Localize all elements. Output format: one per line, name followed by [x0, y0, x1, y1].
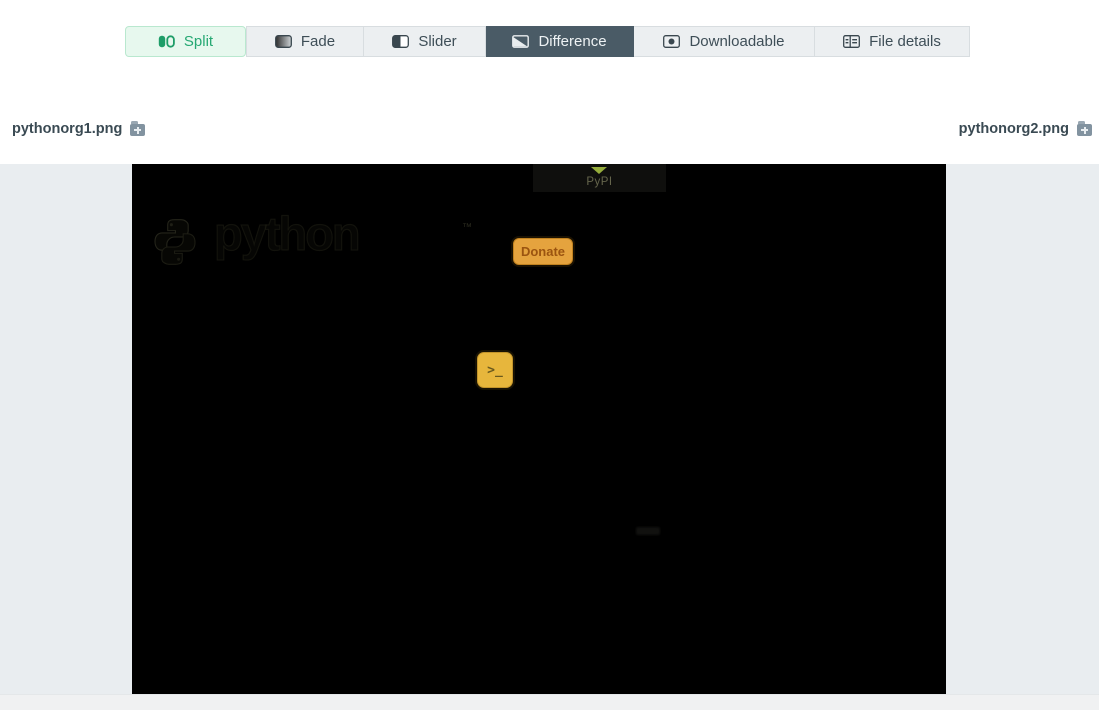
tab-fade[interactable]: Fade — [246, 26, 364, 57]
tab-fade-label: Fade — [300, 33, 336, 50]
difference-image: PyPI python ™ Donate >_ — [132, 164, 946, 694]
python-wordmark: python — [213, 206, 361, 260]
tab-split-label: Split — [183, 33, 214, 50]
image-compare-app: Split Fade Slider Difference Downloadabl… — [0, 0, 1099, 710]
fade-gradient-icon — [274, 35, 292, 48]
tab-downloadable[interactable]: Downloadable — [634, 26, 815, 57]
tab-file-details-label: File details — [869, 33, 941, 50]
tab-difference-label: Difference — [538, 33, 607, 50]
tab-difference[interactable]: Difference — [486, 26, 634, 57]
tab-split[interactable]: Split — [125, 26, 246, 57]
file-details-table-icon — [843, 35, 861, 48]
dropdown-arrow-icon — [591, 167, 607, 174]
pypi-menu-label: PyPI — [586, 176, 613, 188]
split-view-icon — [158, 35, 175, 48]
difference-diagonal-icon — [512, 35, 530, 48]
add-to-collection-icon[interactable] — [1077, 121, 1092, 136]
view-mode-tabbar: Split Fade Slider Difference Downloadabl… — [125, 26, 970, 57]
downloadable-dot-icon — [663, 35, 681, 48]
right-file-name: pythonorg2.png — [958, 121, 1069, 137]
tab-slider-label: Slider — [418, 33, 457, 50]
python-snakes-icon — [154, 219, 196, 265]
python-logo-remnant: python ™ — [150, 206, 480, 274]
terminal-prompt-icon: >_ — [477, 352, 513, 388]
left-file-label: pythonorg1.png — [12, 121, 146, 137]
faint-diff-artifact — [636, 527, 660, 535]
trademark-symbol: ™ — [462, 222, 472, 233]
right-file-label: pythonorg2.png — [959, 121, 1092, 137]
tab-slider[interactable]: Slider — [364, 26, 486, 57]
footer-strip — [0, 694, 1099, 710]
donate-button-remnant: Donate — [513, 238, 573, 265]
slider-half-icon — [392, 35, 410, 48]
tab-file-details[interactable]: File details — [815, 26, 970, 57]
left-file-name: pythonorg1.png — [12, 121, 123, 137]
add-to-collection-icon[interactable] — [130, 121, 146, 136]
comparison-viewer: PyPI python ™ Donate >_ — [0, 164, 1099, 694]
tab-downloadable-label: Downloadable — [689, 33, 785, 50]
pypi-dropdown-remnant: PyPI — [533, 164, 666, 192]
